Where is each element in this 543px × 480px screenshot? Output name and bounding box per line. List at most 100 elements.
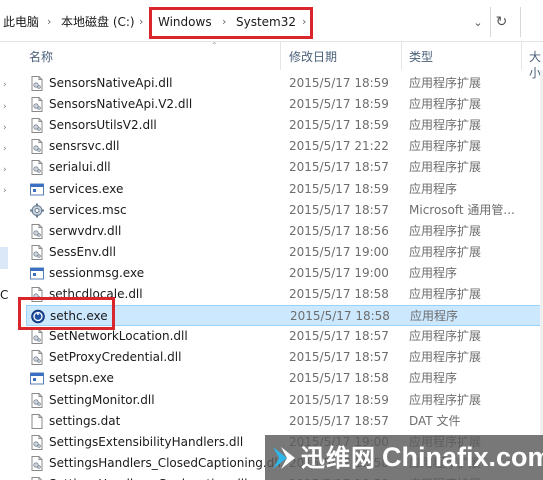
file-type: 应用程序扩展: [409, 244, 482, 259]
file-list[interactable]: SensorsNativeApi.dll 2015/5/17 18:59 应用程序扩…: [16, 70, 543, 480]
file-row[interactable]: SensorsUtilsV2.dll 2015/5/17 18:59 应用程序扩展: [26, 115, 543, 136]
expand-arrow-icon[interactable]: ›: [3, 102, 13, 112]
dll-icon: [30, 455, 44, 471]
file-row[interactable]: SensorsNativeApi.V2.dll 2015/5/17 18:59 应用…: [26, 94, 543, 115]
exe-icon: [30, 266, 44, 281]
file-date: 2015/5/17 18:59: [289, 97, 389, 112]
file-icon: [30, 413, 44, 429]
file-date: 2015/5/17 18:57: [289, 329, 389, 344]
file-row[interactable]: SettingMonitor.dll 2015/5/17 18:59 应用程序扩展: [26, 390, 543, 411]
column-divider[interactable]: [521, 42, 522, 70]
dll-icon: [30, 329, 44, 345]
file-type: 应用程序扩展: [409, 223, 482, 238]
file-row[interactable]: setspn.exe 2015/5/17 18:58 应用程序: [26, 368, 543, 389]
address-dropdown-icon[interactable]: ⌄: [468, 7, 488, 37]
column-header-type[interactable]: 类型: [409, 49, 433, 65]
refresh-icon[interactable]: ↻: [490, 7, 512, 37]
file-type: 应用程序扩展: [409, 329, 482, 344]
file-type: 应用程序扩展: [409, 118, 482, 133]
file-row[interactable]: serwvdrv.dll 2015/5/17 18:56 应用程序扩展: [26, 221, 543, 242]
file-type: 应用程序: [410, 309, 459, 324]
file-name: settings.dat: [49, 413, 121, 428]
expand-arrow-icon[interactable]: ›: [3, 144, 13, 154]
file-name: SettingMonitor.dll: [49, 392, 155, 407]
file-date: 2015/5/17 18:59: [289, 392, 389, 407]
column-divider[interactable]: [401, 42, 402, 70]
column-header-name[interactable]: 名称: [29, 49, 53, 65]
file-type: 应用程序扩展: [409, 160, 482, 175]
search-input[interactable]: [520, 7, 543, 37]
expand-arrow-icon[interactable]: ›: [3, 80, 13, 90]
file-row[interactable]: services.exe 2015/5/17 18:59 应用程序: [26, 179, 543, 200]
file-date: 2015/5/17 18:57: [289, 160, 389, 175]
file-date: 2015/5/17 18:58: [290, 309, 390, 324]
file-name: serwvdrv.dll: [49, 223, 122, 238]
file-name: sessionmsg.exe: [49, 265, 145, 280]
file-type: 应用程序扩展: [409, 97, 482, 112]
column-divider[interactable]: [280, 42, 281, 70]
exe-icon: [30, 371, 44, 386]
nav-drive-label[interactable]: C: [0, 288, 8, 302]
breadcrumb-separator-icon[interactable]: ›: [139, 13, 143, 31]
sethc-highlight-box: [18, 297, 115, 330]
file-type: 应用程序扩展: [409, 287, 482, 301]
breadcrumb-this-pc[interactable]: 此电脑: [3, 13, 39, 31]
msc-icon: [30, 203, 44, 218]
file-type: 应用程序: [409, 181, 458, 196]
file-name: services.exe: [49, 181, 124, 196]
file-name: SetProxyCredential.dll: [49, 350, 182, 365]
watermark-banner: 迅维网 Chinafix.com: [265, 435, 543, 480]
expand-arrow-icon[interactable]: ›: [3, 165, 13, 175]
file-date: 2015/5/17 18:57: [289, 413, 389, 428]
file-row[interactable]: sensrsvc.dll 2015/5/17 21:22 应用程序扩展: [26, 136, 543, 157]
file-date: 2015/5/17 18:58: [289, 371, 389, 386]
file-name: SettingsExtensibilityHandlers.dll: [49, 434, 244, 449]
path-highlight-box: [149, 7, 313, 39]
file-row[interactable]: sessionmsg.exe 2015/5/17 19:00 应用程序: [26, 263, 543, 284]
dll-icon: [30, 244, 44, 260]
file-date: 2015/5/17 18:57: [289, 350, 389, 365]
navigation-pane: › › › › › › C: [0, 42, 16, 480]
file-name: SensorsNativeApi.dll: [49, 76, 173, 90]
dll-icon: [30, 434, 44, 450]
dll-icon: [30, 392, 44, 408]
file-row[interactable]: SessEnv.dll 2015/5/17 19:00 应用程序扩展: [26, 242, 543, 263]
sort-caret-icon: ⌃: [211, 41, 218, 50]
dll-icon: [30, 160, 44, 176]
watermark-brand-cn: 迅维网: [301, 444, 376, 472]
file-type: 应用程序扩展: [409, 392, 482, 407]
breadcrumb-separator-icon[interactable]: ›: [47, 13, 51, 31]
breadcrumb-local-disk[interactable]: 本地磁盘 (C:): [61, 13, 135, 31]
file-row[interactable]: settings.dat 2015/5/17 18:57 DAT 文件: [26, 411, 543, 432]
file-date: 2015/5/17 19:00: [289, 244, 389, 259]
file-type: 应用程序扩展: [409, 139, 482, 154]
file-type: 应用程序: [409, 371, 458, 386]
file-name: sensrsvc.dll: [49, 139, 120, 154]
file-type: DAT 文件: [409, 413, 461, 428]
file-date: 2015/5/17 18:56: [289, 223, 389, 238]
column-header-size[interactable]: 大小: [529, 49, 543, 80]
dll-icon: [30, 350, 44, 366]
file-row[interactable]: services.msc 2015/5/17 18:57 Microsoft 通用管…: [26, 200, 543, 221]
file-row[interactable]: SetProxyCredential.dll 2015/5/17 18:57 应用程…: [26, 347, 543, 368]
column-header-bar: ⌃ 名称 修改日期 类型 大小: [16, 41, 543, 80]
chinafix-logo-icon: [273, 447, 295, 469]
dll-icon: [30, 139, 44, 155]
expand-arrow-icon[interactable]: ›: [3, 186, 13, 196]
file-row[interactable]: serialui.dll 2015/5/17 18:57 应用程序扩展: [26, 157, 543, 178]
file-name: services.msc: [49, 202, 127, 217]
file-date: 2015/5/17 18:58: [289, 287, 389, 301]
address-bar[interactable]: 此电脑 › 本地磁盘 (C:) › Windows › System32 › ⌄…: [0, 0, 543, 42]
expand-arrow-icon[interactable]: ›: [3, 123, 13, 133]
file-name: SettingsHandlers_Geolocation.dll: [49, 474, 247, 480]
dll-icon: [30, 97, 44, 113]
file-name: serialui.dll: [49, 160, 111, 175]
file-date: 2015/5/17 19:00: [289, 265, 389, 280]
file-name: SensorsUtilsV2.dll: [49, 118, 157, 133]
file-type: Microsoft 通用管...: [409, 202, 515, 217]
nav-selected-item[interactable]: [0, 247, 8, 269]
file-row[interactable]: SensorsNativeApi.dll 2015/5/17 18:59 应用程序扩…: [26, 73, 543, 94]
watermark-brand-en: Chinafix.com: [382, 442, 543, 472]
exe-icon: [30, 182, 44, 197]
column-header-date[interactable]: 修改日期: [289, 49, 337, 65]
